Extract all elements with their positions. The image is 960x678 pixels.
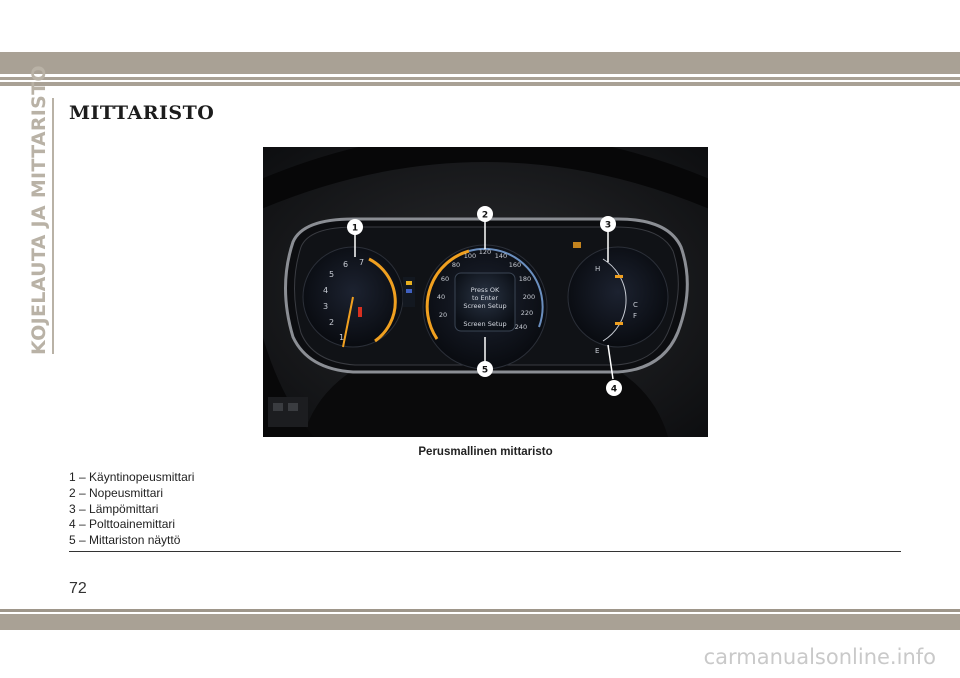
speed-tick: 220 [521,309,533,317]
tacho-tick: 7 [359,258,364,267]
top-decor-line [0,77,960,80]
cluster-display-footer: Screen Setup [463,320,506,328]
speed-tick: 160 [509,261,521,269]
fuel-full-mark: F [633,312,637,320]
speed-tick: 60 [441,275,449,283]
tacho-tick: 1 [339,333,344,342]
page-number: 72 [69,580,87,597]
figure-caption: Perusmallinen mittaristo [418,446,553,458]
legend-item: 3 – Lämpömittari [69,501,159,516]
legend-item: 2 – Nopeusmittari [69,485,164,500]
callout-3: 3 [605,221,611,231]
tacho-tick: 4 [323,286,328,295]
callout-1: 1 [352,224,358,234]
callout-4: 4 [611,385,617,395]
cluster-display-line: Press OK [471,286,500,294]
speed-tick: 140 [495,252,507,260]
top-decor-band [0,52,960,74]
callout-2: 2 [482,211,488,221]
cluster-illustration: 1 2 3 4 5 6 7 Press OK to Enter Screen S… [263,147,708,437]
speed-tick: 100 [464,252,476,260]
section-title: MITTARISTO [69,102,215,124]
callout-5: 5 [482,366,488,376]
tacho-tick: 3 [323,302,328,311]
top-decor-line-2 [0,82,960,86]
legend-item: 1 – Käyntinopeusmittari [69,470,195,484]
legend-item: 4 – Polttoainemittari [69,517,176,532]
instrument-cluster-photo: 1 2 3 4 5 6 7 Press OK to Enter Screen S… [263,147,708,437]
speed-tick: 40 [437,293,445,301]
speed-tick: 240 [515,323,527,331]
bottom-decor-band [0,614,960,630]
watermark: carmanualsonline.info [703,645,936,669]
bottom-decor-line [0,609,960,612]
tacho-tick: 6 [343,260,348,269]
temp-high-mark: H [595,265,600,273]
tacho-tick: 5 [329,270,334,279]
cluster-display-line: to Enter [472,294,498,302]
legend-item: 5 – Mittariston näyttö [69,533,181,548]
speed-tick: 180 [519,275,531,283]
legend-list: 1 – Käyntinopeusmittari 2 – Nopeusmittar… [69,470,194,549]
speed-tick: 80 [452,261,460,269]
side-tab-label: KOJELAUTA JA MITTARISTO [28,65,50,355]
speed-tick: 20 [439,311,447,319]
fuel-empty-mark: E [595,347,599,355]
content-divider [69,551,901,552]
speed-tick: 200 [523,293,535,301]
cluster-display-line: Screen Setup [463,302,506,310]
temp-low-mark: C [633,301,638,309]
tacho-tick: 2 [329,318,334,327]
speed-tick: 120 [479,248,491,256]
